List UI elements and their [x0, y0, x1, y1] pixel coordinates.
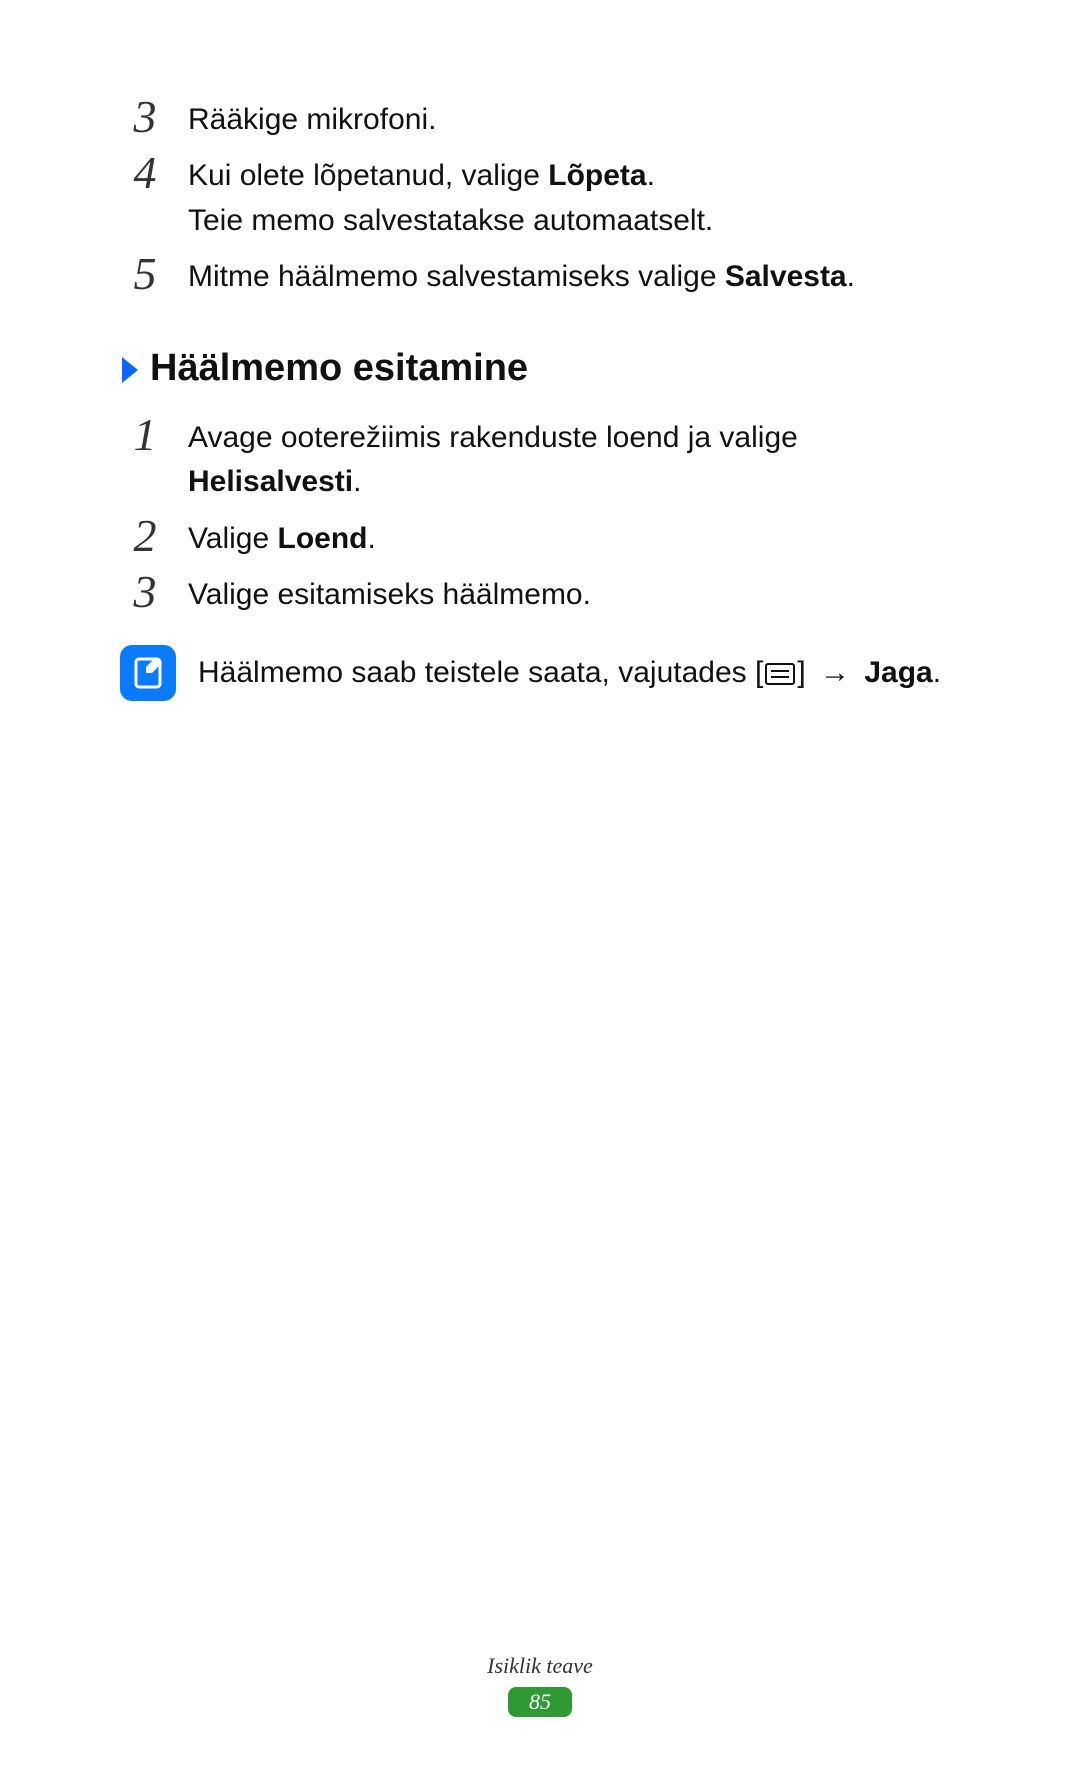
step-number: 5	[120, 251, 170, 297]
step-text: .	[368, 522, 376, 555]
steps-group-b: 1 Avage ooterežiimis rakenduste loend ja …	[120, 410, 960, 618]
footer-section-label: Isiklik teave	[0, 1653, 1080, 1679]
step-number: 4	[120, 150, 170, 196]
step-number: 1	[120, 412, 170, 458]
step-text: Loend	[278, 522, 368, 555]
step-body: Mitme häälmemo salvestamiseks valige Sal…	[188, 249, 960, 299]
menu-icon	[765, 663, 795, 685]
step: 5 Mitme häälmemo salvestamiseks valige Sa…	[120, 249, 960, 299]
step-text: .	[847, 260, 855, 293]
step-text: Rääkige mikrofoni.	[188, 103, 436, 136]
step-number: 3	[120, 569, 170, 615]
step-body: Rääkige mikrofoni.	[188, 92, 960, 142]
step: 3 Valige esitamiseks häälmemo.	[120, 567, 960, 617]
step-body: Kui olete lõpetanud, valige Lõpeta. Teie …	[188, 148, 960, 243]
note-text: Häälmemo saab teistele saata, vajutades …	[198, 651, 960, 695]
step: 4 Kui olete lõpetanud, valige Lõpeta. Teie…	[120, 148, 960, 243]
page-footer: Isiklik teave 85	[0, 1653, 1080, 1717]
step: 3 Rääkige mikrofoni.	[120, 92, 960, 142]
note-text-part: ]	[797, 656, 814, 689]
step-text: Valige	[188, 522, 278, 555]
section-title: Häälmemo esitamine	[150, 340, 528, 396]
note-text-part: Häälmemo saab teistele saata, vajutades …	[198, 656, 763, 689]
step-text: Lõpeta	[548, 159, 646, 192]
note-text-part: .	[933, 656, 941, 689]
step-text: Helisalvesti	[188, 465, 353, 498]
section-heading: Häälmemo esitamine	[120, 340, 960, 396]
step-body: Valige Loend.	[188, 511, 960, 561]
step-number: 2	[120, 513, 170, 559]
step-text: Salvesta	[725, 260, 847, 293]
note-icon	[120, 645, 176, 701]
step-number: 3	[120, 94, 170, 140]
step-body: Valige esitamiseks häälmemo.	[188, 567, 960, 617]
note-row: Häälmemo saab teistele saata, vajutades …	[120, 645, 960, 701]
steps-group-a: 3 Rääkige mikrofoni. 4 Kui olete lõpetanud,…	[120, 92, 960, 300]
arrow-right-icon: →	[820, 656, 850, 689]
page-number-badge: 85	[508, 1687, 572, 1717]
step-body: Avage ooterežiimis rakenduste loend ja v…	[188, 410, 960, 505]
step-text: Avage ooterežiimis rakenduste loend ja v…	[188, 421, 798, 454]
step-text: Kui olete lõpetanud, valige	[188, 159, 548, 192]
note-text-part: Jaga	[864, 656, 932, 689]
step-text: Valige esitamiseks häälmemo.	[188, 578, 591, 611]
step: 1 Avage ooterežiimis rakenduste loend ja …	[120, 410, 960, 505]
step-text: Mitme häälmemo salvestamiseks valige	[188, 260, 725, 293]
page-content: 3 Rääkige mikrofoni. 4 Kui olete lõpetanud,…	[0, 0, 1080, 701]
step-text: Teie memo salvestatakse automaatselt.	[188, 204, 713, 237]
step: 2 Valige Loend.	[120, 511, 960, 561]
chevron-right-icon	[120, 355, 140, 385]
step-text: .	[647, 159, 655, 192]
step-text: .	[353, 465, 361, 498]
